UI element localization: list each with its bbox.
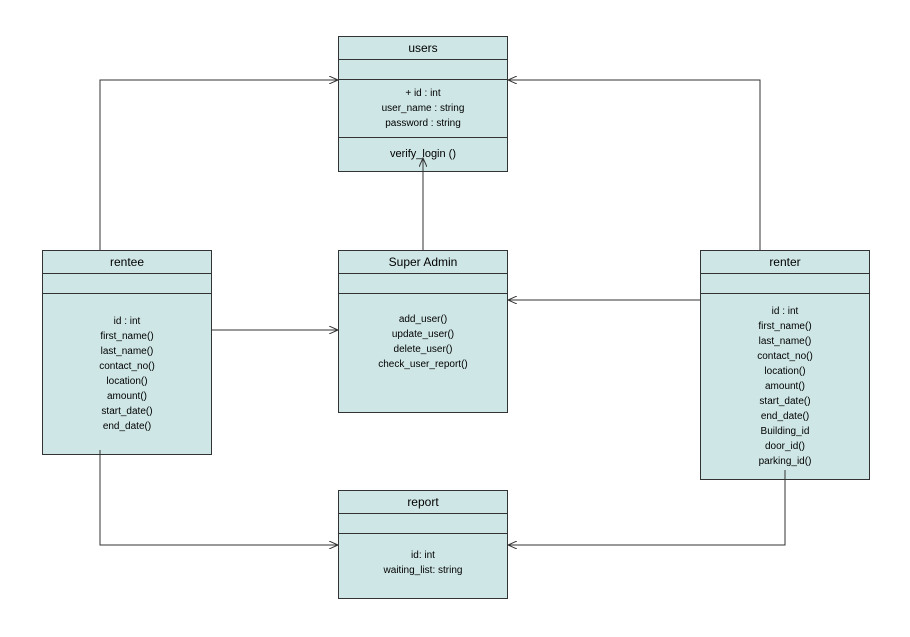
class-superadmin-title: Super Admin — [339, 251, 507, 274]
attr: start_date() — [51, 404, 203, 419]
class-rentee-title: rentee — [43, 251, 211, 274]
attr: first_name() — [51, 329, 203, 344]
method: check_user_report() — [347, 357, 499, 372]
attr: + id : int — [347, 86, 499, 101]
method: update_user() — [347, 327, 499, 342]
attr: waiting_list: string — [347, 563, 499, 578]
method: verify_login () — [347, 146, 499, 163]
class-users-attributes: + id : int user_name : string password :… — [339, 80, 507, 138]
class-superadmin-empty1 — [339, 274, 507, 294]
class-users-empty1 — [339, 60, 507, 80]
class-renter-empty1 — [701, 274, 869, 294]
class-users: users + id : int user_name : string pass… — [338, 36, 508, 172]
class-renter-attributes: id : int first_name() last_name() contac… — [701, 294, 869, 479]
attr: last_name() — [51, 344, 203, 359]
attr: parking_id() — [709, 454, 861, 469]
attr: first_name() — [709, 319, 861, 334]
class-rentee-empty1 — [43, 274, 211, 294]
class-report: report id: int waiting_list: string — [338, 490, 508, 599]
method: add_user() — [347, 312, 499, 327]
class-report-attributes: id: int waiting_list: string — [339, 534, 507, 598]
class-rentee: rentee id : int first_name() last_name()… — [42, 250, 212, 455]
attr: location() — [51, 374, 203, 389]
attr: last_name() — [709, 334, 861, 349]
attr: id : int — [51, 314, 203, 329]
class-users-methods: verify_login () — [339, 138, 507, 171]
class-report-title: report — [339, 491, 507, 514]
attr: end_date() — [51, 419, 203, 434]
attr: door_id() — [709, 439, 861, 454]
edge-rentee-users — [100, 80, 338, 250]
attr: user_name : string — [347, 101, 499, 116]
class-users-title: users — [339, 37, 507, 60]
attr: password : string — [347, 116, 499, 131]
class-superadmin-methods: add_user() update_user() delete_user() c… — [339, 294, 507, 412]
class-rentee-attributes: id : int first_name() last_name() contac… — [43, 294, 211, 454]
attr: contact_no() — [709, 349, 861, 364]
attr: id: int — [347, 548, 499, 563]
edge-renter-report — [508, 470, 785, 545]
class-renter: renter id : int first_name() last_name()… — [700, 250, 870, 480]
attr: contact_no() — [51, 359, 203, 374]
class-report-empty1 — [339, 514, 507, 534]
attr: amount() — [51, 389, 203, 404]
edge-rentee-report — [100, 450, 338, 545]
attr: Building_id — [709, 424, 861, 439]
attr: id : int — [709, 304, 861, 319]
edge-renter-users — [508, 80, 760, 250]
attr: start_date() — [709, 394, 861, 409]
attr: location() — [709, 364, 861, 379]
attr: end_date() — [709, 409, 861, 424]
class-superadmin: Super Admin add_user() update_user() del… — [338, 250, 508, 413]
method: delete_user() — [347, 342, 499, 357]
class-renter-title: renter — [701, 251, 869, 274]
attr: amount() — [709, 379, 861, 394]
